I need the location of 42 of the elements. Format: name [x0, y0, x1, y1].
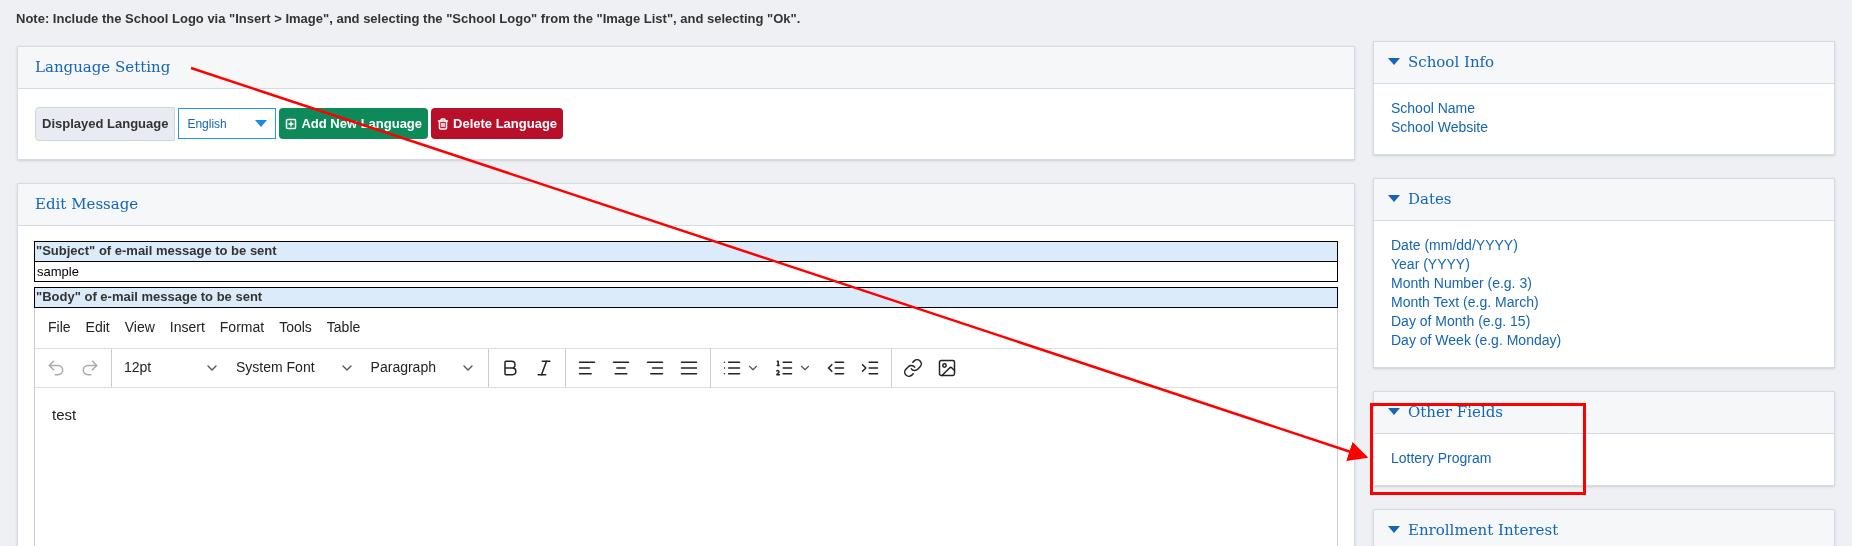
delete-button[interactable]: Delete Language	[431, 108, 564, 139]
panel-title[interactable]: Dates	[1408, 187, 1452, 211]
menu-item[interactable]: Format	[212, 313, 272, 342]
field-label: "Subject" of e-mail message to be sent	[34, 240, 1338, 262]
field-link[interactable]: Date (mm/dd/YYYY)	[1391, 235, 1817, 255]
toolbar-dropdown[interactable]: Paragraph	[362, 350, 484, 385]
field-label: "Body" of e-mail message to be sent	[34, 286, 1338, 308]
toolbar-dropdown[interactable]: 12pt	[116, 350, 228, 385]
field-link[interactable]: Month Text (e.g. March)	[1391, 292, 1817, 312]
field-link[interactable]: Year (YYYY)	[1391, 254, 1817, 274]
menu-item[interactable]: Edit	[78, 313, 117, 342]
menu-item[interactable]: Insert	[162, 313, 212, 342]
image-icon	[937, 357, 957, 378]
toolbar-dropdown[interactable]: System Font	[228, 350, 363, 385]
caret-icon	[255, 120, 268, 127]
field-link[interactable]: School Website	[1391, 117, 1817, 137]
field-link[interactable]: Day of Week (e.g. Monday)	[1391, 330, 1817, 350]
field-link[interactable]: Day of Month (e.g. 15)	[1391, 311, 1817, 331]
field-label: Displayed Language	[35, 106, 176, 141]
add-button[interactable]: Add New Language	[279, 108, 429, 139]
menu-item[interactable]: Tools	[272, 313, 319, 342]
note-text: Note: Include the School Logo via "Insert > Image", and selecting the "School Logo" from the "Image List", and selecting "Ok".	[15, 10, 802, 28]
caret-icon[interactable]	[1388, 58, 1400, 66]
caret-icon[interactable]	[1388, 408, 1400, 416]
menu-item[interactable]: File	[41, 313, 78, 342]
panel-title[interactable]: School Info	[1408, 50, 1495, 74]
trash-icon	[437, 117, 450, 130]
language-select[interactable]: English	[178, 108, 277, 139]
plus-icon	[285, 117, 298, 130]
field-link[interactable]: School Name	[1391, 98, 1817, 118]
menu-item[interactable]: View	[117, 313, 162, 342]
field-link[interactable]: Lottery Program	[1391, 448, 1817, 468]
panel-title[interactable]: Other Fields	[1408, 400, 1503, 424]
panel-title: Language Setting	[35, 56, 171, 78]
menu-item[interactable]: Table	[319, 313, 368, 342]
link-icon	[903, 357, 923, 378]
panel-title: Edit Message	[35, 193, 139, 215]
body-text[interactable]: test	[52, 403, 1320, 426]
caret-icon[interactable]	[1388, 526, 1400, 534]
caret-icon[interactable]	[1388, 195, 1400, 203]
field-link[interactable]: Month Number (e.g. 3)	[1391, 273, 1817, 293]
subject-field[interactable]: sample	[34, 261, 1338, 282]
